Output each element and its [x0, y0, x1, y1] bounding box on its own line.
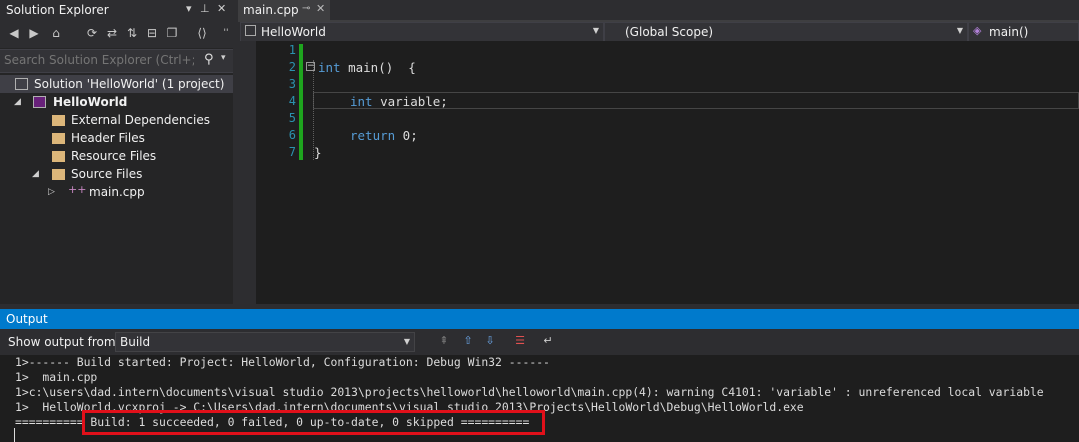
tree-item-label: Header Files — [71, 131, 145, 145]
close-icon[interactable]: ✕ — [217, 2, 226, 15]
expanded-arrow-icon[interactable]: ◢ — [14, 93, 21, 111]
output-title: Output — [6, 312, 48, 326]
close-tab-icon[interactable]: ✕ — [316, 2, 325, 15]
pending-changes-icon[interactable]: ⇅ — [124, 25, 140, 41]
next-message-icon[interactable]: ⇩ — [482, 333, 498, 349]
sync-icon[interactable]: ⟳ — [84, 25, 100, 41]
navigation-bar: HelloWorld ▼ (Global Scope) ▼ ◈ main() — [238, 22, 1079, 42]
tree-item-source-files[interactable]: ◢ Source Files — [0, 165, 233, 183]
pin-icon[interactable]: ⊸ — [302, 3, 310, 14]
collapse-block-icon[interactable]: − — [306, 62, 315, 71]
tree-item-resource-files[interactable]: Resource Files — [0, 147, 233, 165]
code-text: main() { — [340, 60, 416, 75]
collapse-all-icon[interactable]: ⊟ — [144, 25, 160, 41]
editor-margin — [238, 41, 256, 304]
tree-item-header-files[interactable]: Header Files — [0, 129, 233, 147]
code-line-2: int main() { — [318, 59, 416, 76]
member-dropdown[interactable]: ◈ main() — [968, 22, 1079, 42]
editor-tabbar: main.cpp ⊸ ✕ — [238, 0, 1079, 20]
more-options-icon[interactable]: '' — [218, 25, 234, 41]
method-icon: ◈ — [973, 24, 982, 37]
chevron-down-icon: ▼ — [403, 337, 410, 346]
tree-item-label: Solution 'HelloWorld' (1 project) — [34, 77, 225, 91]
line-number: 7 — [288, 145, 296, 159]
line-number: 3 — [288, 77, 296, 91]
expanded-arrow-icon[interactable]: ◢ — [32, 165, 39, 183]
pin-icon[interactable]: ⊥ — [200, 2, 210, 15]
output-line: 1> main.cpp — [15, 370, 98, 384]
solution-explorer-search: ⚲ ▾ — [0, 49, 233, 73]
collapsed-arrow-icon[interactable]: ▷ — [48, 183, 55, 201]
project-dropdown-value: HelloWorld — [261, 25, 326, 39]
tree-item-main-cpp[interactable]: ▷ ++ main.cpp — [0, 183, 233, 201]
solution-explorer-title: Solution Explorer — [6, 3, 109, 17]
folder-icon — [52, 115, 65, 126]
code-editor[interactable] — [238, 41, 1079, 304]
project-dropdown[interactable]: HelloWorld ▼ — [240, 22, 604, 42]
member-dropdown-value: main() — [989, 25, 1029, 39]
scope-dropdown[interactable]: (Global Scope) ▼ — [604, 22, 968, 42]
project-icon — [33, 96, 46, 108]
dropdown-icon[interactable]: ▾ — [186, 2, 192, 15]
tree-item-label: main.cpp — [89, 185, 145, 199]
folder-icon — [52, 133, 65, 144]
tree-item-label: Source Files — [71, 167, 143, 181]
folder-icon — [52, 151, 65, 162]
tree-item-label: HelloWorld — [53, 95, 128, 109]
keyword: int — [350, 94, 373, 109]
line-number: 5 — [288, 111, 296, 125]
text-caret — [14, 428, 15, 442]
output-toolbar: Show output from: Build ▼ ⇞ ⇧ ⇩ ☰ ↵ — [0, 329, 1079, 355]
tab-label: main.cpp — [243, 3, 299, 17]
code-line-6: return 0; — [350, 127, 418, 144]
refresh-icon[interactable]: ⇄ — [104, 25, 120, 41]
output-line: 1>c:\users\dad.intern\documents\visual s… — [15, 385, 1044, 399]
find-message-icon[interactable]: ⇞ — [436, 333, 452, 349]
clear-all-icon[interactable]: ☰ — [512, 333, 528, 349]
output-titlebar: Output — [0, 309, 1079, 329]
line-number: 1 — [288, 43, 296, 57]
project-icon — [245, 25, 256, 36]
forward-icon[interactable]: ▶ — [26, 25, 42, 41]
line-number: 6 — [288, 128, 296, 142]
chevron-down-icon: ▼ — [956, 26, 963, 35]
search-options-dropdown-icon[interactable]: ▾ — [221, 53, 226, 63]
tree-item-project[interactable]: ◢ HelloWorld — [0, 93, 233, 111]
search-icon[interactable]: ⚲ — [204, 52, 214, 67]
output-line: 1>------ Build started: Project: HelloWo… — [15, 355, 550, 369]
build-result-highlight-box — [82, 410, 545, 435]
code-text: variable; — [372, 94, 448, 109]
home-icon[interactable]: ⌂ — [48, 25, 64, 41]
search-input[interactable] — [4, 52, 194, 68]
solution-icon — [15, 78, 28, 90]
show-output-from-label: Show output from: — [8, 335, 120, 349]
scope-dropdown-value: (Global Scope) — [625, 25, 714, 39]
solution-explorer-toolbar: ◀ ▶ ⌂ ⟳ ⇄ ⇅ ⊟ ❐ ⟨⟩ '' — [0, 20, 233, 48]
output-source-dropdown[interactable]: Build ▼ — [115, 332, 415, 352]
solution-explorer-titlebar: Solution Explorer ▾ ⊥ ✕ — [0, 0, 233, 20]
previous-message-icon[interactable]: ⇧ — [460, 333, 476, 349]
word-wrap-icon[interactable]: ↵ — [540, 333, 556, 349]
tree-item-label: Resource Files — [71, 149, 157, 163]
view-code-icon[interactable]: ⟨⟩ — [194, 25, 210, 41]
tab-main-cpp[interactable]: main.cpp ⊸ ✕ — [238, 0, 330, 20]
tree-item-external-dependencies[interactable]: External Dependencies — [0, 111, 233, 129]
code-text: } — [314, 145, 322, 160]
keyword: return — [350, 128, 396, 143]
code-line-4: int variable; — [350, 93, 448, 110]
show-all-files-icon[interactable]: ❐ — [164, 25, 180, 41]
keyword: int — [318, 60, 341, 75]
chevron-down-icon: ▼ — [592, 26, 599, 35]
back-icon[interactable]: ◀ — [6, 25, 22, 41]
tree-item-label: External Dependencies — [71, 113, 211, 127]
line-number: 2 — [288, 60, 296, 74]
output-source-value: Build — [120, 335, 151, 349]
cpp-file-icon: ++ — [68, 183, 87, 196]
folder-icon — [52, 169, 65, 180]
tree-item-solution[interactable]: Solution 'HelloWorld' (1 project) — [0, 75, 233, 93]
code-text: 0; — [395, 128, 418, 143]
line-number: 4 — [288, 94, 296, 108]
change-tracking-bar — [299, 44, 303, 160]
code-line-7: } — [314, 144, 322, 161]
